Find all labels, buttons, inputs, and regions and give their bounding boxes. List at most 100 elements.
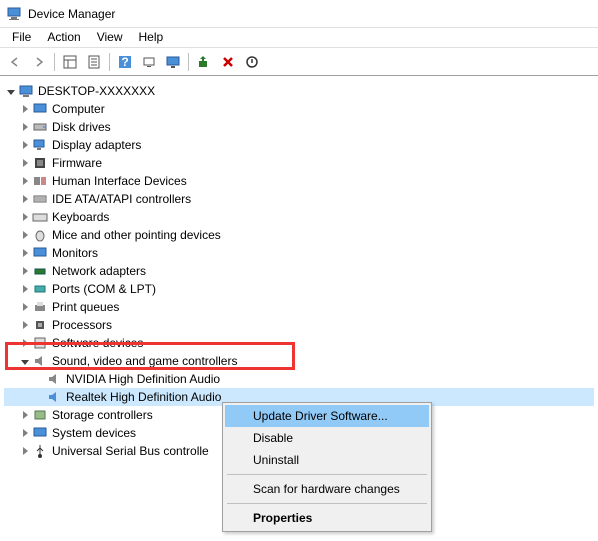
svg-text:?: ? <box>121 55 128 69</box>
usb-icon <box>32 443 48 459</box>
monitor-button[interactable] <box>162 51 184 73</box>
speaker-icon <box>46 389 62 405</box>
help-button[interactable]: ? <box>114 51 136 73</box>
ctx-update-driver[interactable]: Update Driver Software... <box>225 405 429 427</box>
tree-item-sound[interactable]: Sound, video and game controllers <box>4 352 594 370</box>
tree-item-processors[interactable]: Processors <box>4 316 594 334</box>
keyboard-icon <box>32 209 48 225</box>
menu-action[interactable]: Action <box>39 28 88 47</box>
port-icon <box>32 281 48 297</box>
update-driver-button[interactable] <box>193 51 215 73</box>
menu-help[interactable]: Help <box>131 28 172 47</box>
ctx-properties[interactable]: Properties <box>225 507 429 529</box>
scan-hardware-button[interactable] <box>138 51 160 73</box>
expand-arrow-icon[interactable] <box>18 411 32 419</box>
context-separator <box>227 474 427 475</box>
software-icon <box>32 335 48 351</box>
context-menu: Update Driver Software... Disable Uninst… <box>222 402 432 532</box>
tree-label: Computer <box>52 102 105 116</box>
expand-arrow-icon[interactable] <box>18 141 32 149</box>
tree-label: Display adapters <box>52 138 141 152</box>
ctx-disable[interactable]: Disable <box>225 427 429 449</box>
expand-arrow-icon[interactable] <box>18 249 32 257</box>
expand-arrow-icon[interactable] <box>18 231 32 239</box>
forward-button[interactable] <box>28 51 50 73</box>
back-button[interactable] <box>4 51 26 73</box>
toolbar: ? <box>0 48 598 76</box>
tree-item-keyboards[interactable]: Keyboards <box>4 208 594 226</box>
expand-arrow-icon[interactable] <box>18 213 32 221</box>
expand-arrow-icon[interactable] <box>18 195 32 203</box>
expand-arrow-icon[interactable] <box>18 339 32 347</box>
monitor-icon <box>32 245 48 261</box>
disable-button[interactable] <box>241 51 263 73</box>
tree-item-software-devices[interactable]: Software devices <box>4 334 594 352</box>
toolbar-separator <box>54 53 55 71</box>
ctx-scan[interactable]: Scan for hardware changes <box>225 478 429 500</box>
expand-arrow-icon[interactable] <box>18 267 32 275</box>
tree-item-ports[interactable]: Ports (COM & LPT) <box>4 280 594 298</box>
ide-icon <box>32 191 48 207</box>
cpu-icon <box>32 317 48 333</box>
expand-arrow-icon[interactable] <box>18 429 32 437</box>
tree-label: System devices <box>52 426 136 440</box>
printer-icon <box>32 299 48 315</box>
hid-icon <box>32 173 48 189</box>
tree-label: Monitors <box>52 246 98 260</box>
tree-item-firmware[interactable]: Firmware <box>4 154 594 172</box>
show-hide-tree-button[interactable] <box>59 51 81 73</box>
mouse-icon <box>32 227 48 243</box>
tree-item-network[interactable]: Network adapters <box>4 262 594 280</box>
expand-arrow-icon[interactable] <box>18 177 32 185</box>
tree-item-ide[interactable]: IDE ATA/ATAPI controllers <box>4 190 594 208</box>
expand-arrow-icon[interactable] <box>18 321 32 329</box>
expand-arrow-icon[interactable] <box>18 105 32 113</box>
uninstall-button[interactable] <box>217 51 239 73</box>
tree-item-computer[interactable]: Computer <box>4 100 594 118</box>
window-title: Device Manager <box>28 7 115 21</box>
menu-file[interactable]: File <box>4 28 39 47</box>
context-separator <box>227 503 427 504</box>
speaker-icon <box>32 353 48 369</box>
tree-label: IDE ATA/ATAPI controllers <box>52 192 191 206</box>
tree-label: Print queues <box>52 300 119 314</box>
disk-icon <box>32 119 48 135</box>
tree-item-hid[interactable]: Human Interface Devices <box>4 172 594 190</box>
tree-item-monitors[interactable]: Monitors <box>4 244 594 262</box>
tree-item-display-adapters[interactable]: Display adapters <box>4 136 594 154</box>
properties-button[interactable] <box>83 51 105 73</box>
tree-label: Storage controllers <box>52 408 153 422</box>
tree-label: Human Interface Devices <box>52 174 187 188</box>
expand-arrow-icon[interactable] <box>18 303 32 311</box>
tree-item-mice[interactable]: Mice and other pointing devices <box>4 226 594 244</box>
display-icon <box>32 137 48 153</box>
device-manager-icon <box>6 6 22 22</box>
tree-label: Realtek High Definition Audio <box>66 390 221 404</box>
toolbar-separator <box>188 53 189 71</box>
expand-arrow-icon[interactable] <box>4 89 18 94</box>
tree-label: Sound, video and game controllers <box>52 354 237 368</box>
menu-bar: File Action View Help <box>0 28 598 48</box>
tree-label: Processors <box>52 318 112 332</box>
expand-arrow-icon[interactable] <box>18 285 32 293</box>
expand-arrow-icon[interactable] <box>18 123 32 131</box>
speaker-icon <box>46 371 62 387</box>
tree-label: Mice and other pointing devices <box>52 228 221 242</box>
menu-view[interactable]: View <box>89 28 131 47</box>
tree-item-print-queues[interactable]: Print queues <box>4 298 594 316</box>
tree-item-sound-nvidia[interactable]: NVIDIA High Definition Audio <box>4 370 594 388</box>
expand-arrow-icon[interactable] <box>18 359 32 364</box>
root-label: DESKTOP-XXXXXXX <box>38 84 155 98</box>
expand-arrow-icon[interactable] <box>18 159 32 167</box>
computer-icon <box>18 83 34 99</box>
title-bar: Device Manager <box>0 0 598 28</box>
toolbar-separator <box>109 53 110 71</box>
tree-label: Ports (COM & LPT) <box>52 282 156 296</box>
tree-label: Keyboards <box>52 210 109 224</box>
ctx-uninstall[interactable]: Uninstall <box>225 449 429 471</box>
expand-arrow-icon[interactable] <box>18 447 32 455</box>
tree-root[interactable]: DESKTOP-XXXXXXX <box>4 82 594 100</box>
tree-label: Universal Serial Bus controlle <box>52 444 209 458</box>
tree-item-disk-drives[interactable]: Disk drives <box>4 118 594 136</box>
chip-icon <box>32 155 48 171</box>
